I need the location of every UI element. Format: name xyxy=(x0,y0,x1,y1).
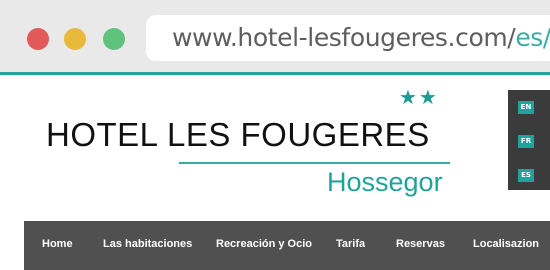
nav-item-reservations[interactable]: Reservas xyxy=(396,238,445,250)
nav-item-home[interactable]: Home xyxy=(42,238,73,250)
url-path: es/ xyxy=(515,23,550,52)
nav-item-rates[interactable]: Tarifa xyxy=(336,238,365,250)
maximize-window-button[interactable] xyxy=(103,28,125,50)
nav-item-leisure[interactable]: Recreación y Ocio xyxy=(216,238,312,250)
close-window-button[interactable] xyxy=(27,28,49,50)
url-domain: www.hotel-lesfougeres.com/ xyxy=(172,23,516,52)
address-bar[interactable]: www.hotel-lesfougeres.com/es/ xyxy=(146,15,550,61)
minimize-window-button[interactable] xyxy=(64,28,86,50)
browser-chrome: www.hotel-lesfougeres.com/es/ xyxy=(0,0,550,72)
url-text: www.hotel-lesfougeres.com/es/ xyxy=(172,23,550,53)
language-fr-button[interactable]: FR xyxy=(518,135,534,148)
hotel-title[interactable]: HOTEL LES FOUGERES xyxy=(46,116,430,154)
main-navigation: Home Las habitaciones Recreación y Ocio … xyxy=(24,221,550,270)
hotel-stars: ★★ xyxy=(399,85,439,109)
nav-item-rooms[interactable]: Las habitaciones xyxy=(103,238,192,250)
language-switcher: EN FR ES xyxy=(508,90,550,190)
language-en-button[interactable]: EN xyxy=(518,101,534,114)
page-content: ★★ HOTEL LES FOUGERES Hossegor EN FR ES … xyxy=(0,75,550,270)
title-divider xyxy=(179,162,450,164)
hotel-location: Hossegor xyxy=(327,167,443,197)
nav-item-location[interactable]: Localisazion xyxy=(473,238,539,250)
language-es-button[interactable]: ES xyxy=(518,169,534,182)
